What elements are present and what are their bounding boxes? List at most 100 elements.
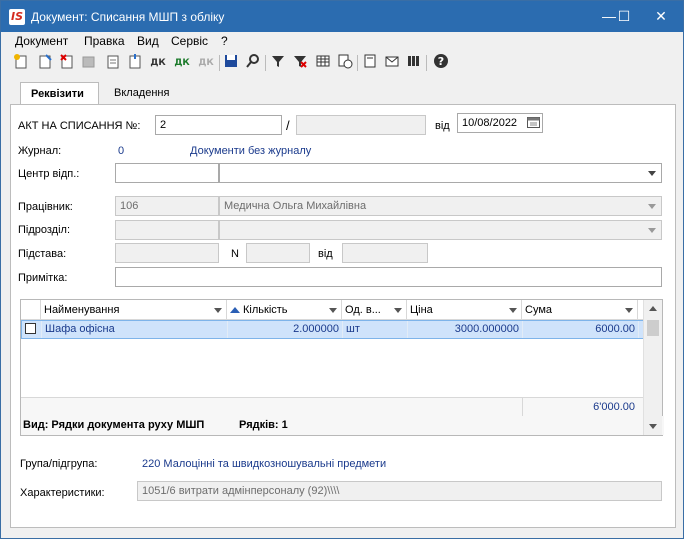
checkbox-column-header xyxy=(21,300,41,320)
basis-label: Підстава: xyxy=(18,248,67,260)
tab-attachments[interactable]: Вкладення xyxy=(104,82,179,104)
slash-separator: / xyxy=(286,118,290,133)
history-icon[interactable] xyxy=(335,53,355,73)
sort-ascending-icon xyxy=(230,307,240,314)
responsibility-center-label: Центр відп.: xyxy=(18,168,80,180)
tab-requisites[interactable]: Реквізити xyxy=(20,82,99,104)
scroll-down-icon[interactable] xyxy=(649,424,657,429)
menu-bar: Документ Правка Вид Сервіс ? xyxy=(1,32,683,50)
cell-sum: 6000.00 xyxy=(523,321,639,338)
column-sum[interactable]: Сума xyxy=(522,300,638,320)
mail-icon[interactable] xyxy=(382,53,402,73)
menu-edit[interactable]: Правка xyxy=(84,34,125,48)
grid-vertical-scrollbar[interactable] xyxy=(643,300,662,435)
basis-field xyxy=(115,243,219,263)
toolbar-separator xyxy=(265,55,266,71)
chevron-down-icon[interactable] xyxy=(509,308,517,313)
worker-label: Працівник: xyxy=(18,201,73,213)
report-icon[interactable] xyxy=(360,53,380,73)
group-value: 220 Малоцінні та швидкозношувальні предм… xyxy=(142,458,387,470)
column-unit-label: Од. в... xyxy=(345,304,381,316)
calendar-icon[interactable] xyxy=(527,116,540,131)
act-number-field[interactable]: 2 xyxy=(155,115,282,135)
search-icon[interactable] xyxy=(243,53,263,73)
basis-number-field xyxy=(246,243,310,263)
worker-code: 106 xyxy=(115,196,219,216)
column-name[interactable]: Найменування xyxy=(41,300,227,320)
worker-name: Медична Ольга Михайлівна xyxy=(224,200,367,212)
checkbox-icon[interactable] xyxy=(25,323,36,334)
unpost-dk-icon[interactable]: ДК xyxy=(195,53,217,73)
delete-document-icon[interactable] xyxy=(57,53,77,73)
date-label: від xyxy=(435,120,450,132)
division-select xyxy=(219,220,662,240)
columns-icon[interactable] xyxy=(404,53,424,73)
characteristics-field: 1051/6 витрати адмінперсоналу (92)\\\\ xyxy=(137,481,662,501)
responsibility-center-select[interactable] xyxy=(219,163,662,183)
title-bar: IS Документ: Списання МШП з обліку — ☐ ✕ xyxy=(1,1,683,32)
grid-totals-row: 6'000.00 xyxy=(21,397,644,416)
svg-text:?: ? xyxy=(438,55,444,68)
tab-strip: Реквізити Вкладення xyxy=(10,82,676,104)
link-document-icon[interactable] xyxy=(125,53,145,73)
date-field[interactable]: 10/08/2022 xyxy=(457,113,543,133)
journal-name: Документи без журналу xyxy=(190,145,312,157)
group-label: Група/підгрупа: xyxy=(20,458,98,470)
save-icon[interactable] xyxy=(221,53,241,73)
row-checkbox[interactable] xyxy=(22,321,42,338)
grid-view-label: Вид: Рядки документа руху МШП xyxy=(23,419,205,431)
menu-help[interactable]: ? xyxy=(221,34,228,48)
toolbar-separator xyxy=(219,55,220,71)
act-suffix-field xyxy=(296,115,426,135)
scroll-up-icon[interactable] xyxy=(649,306,657,311)
close-button[interactable]: ✕ xyxy=(646,1,676,32)
characteristics-label: Характеристики: xyxy=(20,487,105,499)
journal-label: Журнал: xyxy=(18,145,62,157)
division-label: Підрозділ: xyxy=(18,224,71,236)
toolbar: ДК ДК ДК ? xyxy=(1,51,683,75)
menu-service[interactable]: Сервіс xyxy=(171,34,208,48)
cell-price: 3000.000000 xyxy=(408,321,523,338)
post-dk-green-icon[interactable]: ДК xyxy=(171,53,193,73)
column-name-label: Найменування xyxy=(44,304,120,316)
table-row[interactable]: Шафа офісна 2.000000 шт 3000.000000 6000… xyxy=(21,320,644,339)
table-icon[interactable] xyxy=(313,53,333,73)
column-price[interactable]: Ціна xyxy=(407,300,522,320)
chevron-down-icon[interactable] xyxy=(329,308,337,313)
maximize-button[interactable]: ☐ xyxy=(609,1,639,32)
chevron-down-icon[interactable] xyxy=(625,308,633,313)
grid-status-bar: Вид: Рядки документа руху МШП Рядків: 1 xyxy=(21,416,664,435)
app-logo-icon: IS xyxy=(9,9,25,25)
menu-view[interactable]: Вид xyxy=(137,34,159,48)
note-field[interactable] xyxy=(115,267,662,287)
help-icon[interactable]: ? xyxy=(431,53,451,73)
division-code xyxy=(115,220,219,240)
copy-icon[interactable] xyxy=(79,53,99,73)
note-label: Примітка: xyxy=(18,272,68,284)
menu-document[interactable]: Документ xyxy=(15,34,68,48)
basis-number-label: N xyxy=(231,248,239,260)
grid-rows-count: Рядків: 1 xyxy=(239,419,288,431)
requisites-panel: АКТ НА СПИСАННЯ №: 2 / від 10/08/2022 Жу… xyxy=(10,104,676,528)
column-unit[interactable]: Од. в... xyxy=(342,300,407,320)
cell-name: Шафа офісна xyxy=(42,321,228,338)
total-sum: 6'000.00 xyxy=(522,398,638,416)
filter-icon[interactable] xyxy=(268,53,288,73)
responsibility-center-code[interactable] xyxy=(115,163,219,183)
column-quantity[interactable]: Кількість xyxy=(227,300,342,320)
new-document-icon[interactable] xyxy=(11,53,31,73)
edit-document-icon[interactable] xyxy=(35,53,55,73)
date-value: 10/08/2022 xyxy=(462,117,518,129)
act-number-label: АКТ НА СПИСАННЯ №: xyxy=(18,120,141,132)
window-title: Документ: Списання МШП з обліку xyxy=(31,10,225,24)
scroll-thumb[interactable] xyxy=(647,320,659,336)
chevron-down-icon[interactable] xyxy=(648,171,656,176)
basis-date-label: від xyxy=(318,248,333,260)
clear-filter-icon[interactable] xyxy=(290,53,310,73)
column-price-label: Ціна xyxy=(410,304,433,316)
open-document-icon[interactable] xyxy=(103,53,123,73)
post-dk-icon[interactable]: ДК xyxy=(147,53,169,73)
chevron-down-icon[interactable] xyxy=(214,308,222,313)
basis-date-field xyxy=(342,243,428,263)
chevron-down-icon[interactable] xyxy=(394,308,402,313)
